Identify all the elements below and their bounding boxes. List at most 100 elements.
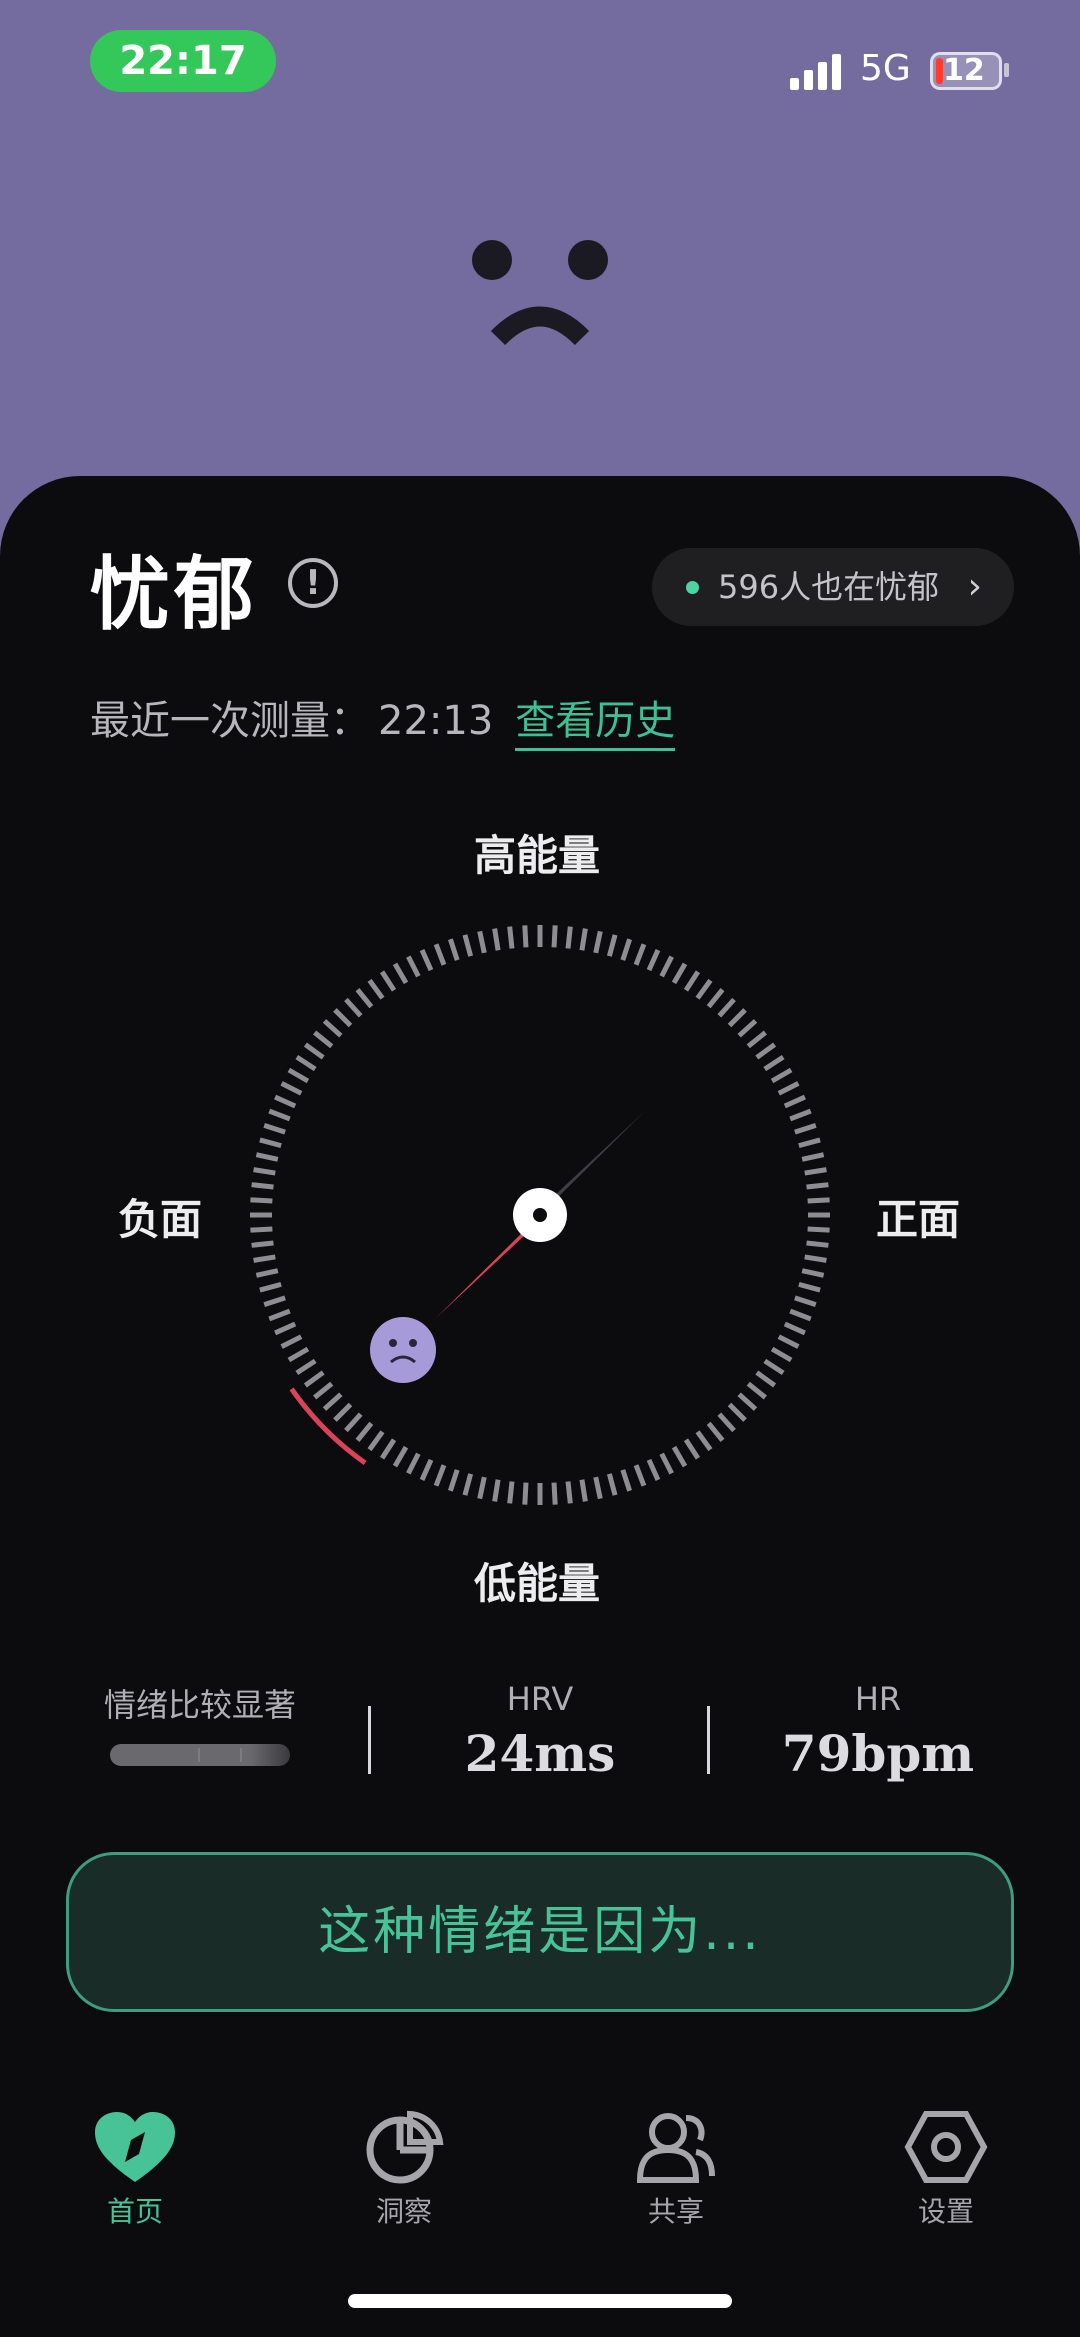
compass-tick	[462, 934, 474, 957]
compass-tick	[280, 1081, 303, 1096]
tab-share-label: 共享	[647, 2195, 704, 2228]
stat-hrv: HRV 24ms	[430, 1680, 650, 1783]
info-icon[interactable]: !	[288, 558, 338, 608]
compass-tick	[683, 1438, 701, 1460]
stats-row: 情绪比较显著 HRV 24ms HR 79bpm	[0, 1680, 1080, 1810]
compass-tick	[789, 1108, 812, 1122]
needle-hub-dot	[533, 1208, 547, 1222]
last-measure-time: 22:13	[378, 698, 494, 744]
tab-share[interactable]: 共享	[596, 2110, 756, 2230]
compass-tick	[263, 1295, 286, 1307]
compass-tick	[777, 1334, 800, 1349]
compass-tick	[280, 1334, 303, 1349]
compass-tick	[695, 1430, 713, 1452]
compass-tick	[259, 1281, 282, 1293]
compass-tick	[798, 1137, 821, 1149]
compass-tick	[551, 925, 558, 948]
tab-insights[interactable]: 洞察	[324, 2110, 484, 2230]
compass-tick	[717, 997, 736, 1018]
compass-tick	[268, 1108, 291, 1122]
heart-compass-icon	[95, 2112, 175, 2182]
compass-tick	[659, 955, 674, 978]
compass-tick	[671, 1445, 688, 1468]
tab-settings-label: 设置	[917, 2195, 974, 2228]
tab-home-label: 首页	[106, 2195, 163, 2228]
compass-tick	[646, 1458, 661, 1481]
compass-tick	[406, 955, 421, 978]
compass-tick	[801, 1152, 825, 1162]
online-dot-icon	[686, 581, 699, 594]
mood-compass[interactable]	[240, 915, 840, 1515]
label-positive: 正面	[876, 1195, 961, 1244]
compass-tick	[606, 934, 618, 957]
compass-tick	[763, 1054, 785, 1072]
compass-tick	[255, 1152, 279, 1162]
compass-tick	[448, 938, 460, 961]
compass-tick	[344, 1412, 363, 1433]
compass-tick	[355, 988, 374, 1009]
compass-tick	[804, 1167, 827, 1176]
stat-hr-label: HR	[854, 1680, 902, 1718]
compass-tick	[646, 949, 661, 972]
compass-tick	[783, 1321, 806, 1336]
compass-tick	[593, 930, 603, 954]
compass-tick	[322, 1019, 343, 1038]
compass-tick	[522, 925, 529, 948]
compass-tick	[259, 1137, 282, 1149]
compass-tick	[274, 1094, 297, 1109]
label-low-energy: 低能量	[474, 1559, 601, 1608]
compass-tick	[379, 1438, 397, 1460]
compass-tick	[322, 1392, 343, 1411]
compass-tick	[287, 1346, 310, 1363]
stat-divider	[707, 1706, 710, 1774]
compass-tick	[755, 1370, 777, 1388]
compass-tick	[492, 928, 501, 951]
compass-tick	[565, 1481, 573, 1504]
signal-icon	[790, 54, 844, 90]
compass-tick	[770, 1346, 793, 1363]
stat-hr: HR 79bpm	[768, 1680, 988, 1783]
stat-hrv-label: HRV	[506, 1680, 574, 1718]
status-time[interactable]: 22:17	[90, 30, 276, 92]
tab-home[interactable]: 首页	[55, 2110, 215, 2230]
stat-hrv-value: 24ms	[464, 1724, 616, 1783]
people-count-pill[interactable]: 596人也在忧郁 ›	[652, 548, 1014, 626]
stat-hr-value: 79bpm	[781, 1724, 975, 1783]
emotion-cause-button[interactable]: 这种情绪是因为...	[66, 1852, 1014, 2012]
compass-tick	[794, 1295, 817, 1307]
stat-contrast-label: 情绪比较显著	[103, 1686, 296, 1724]
label-negative: 负面	[118, 1195, 203, 1244]
mood-title: 忧郁	[90, 548, 258, 641]
compass-tick	[250, 1197, 273, 1204]
compass-tick	[551, 1482, 558, 1505]
compass-tick	[448, 1469, 460, 1492]
view-history-link[interactable]: 查看历史	[515, 698, 676, 751]
compass-tick	[507, 1481, 515, 1504]
compass-tick	[253, 1254, 276, 1263]
compass-tick	[593, 1476, 603, 1500]
compass-tick	[807, 1226, 830, 1233]
compass-tick	[367, 978, 385, 1000]
compass-tick	[620, 1469, 632, 1492]
compass-tick	[746, 1381, 767, 1400]
compass-tick	[379, 970, 397, 992]
compass-tick	[367, 1430, 385, 1452]
stat-contrast: 情绪比较显著	[90, 1680, 310, 1766]
compass-tick	[717, 1412, 736, 1433]
home-indicator[interactable]	[348, 2294, 732, 2308]
tab-settings[interactable]: 设置	[866, 2110, 1026, 2230]
compass-tick	[462, 1473, 474, 1496]
compass-tick	[419, 1458, 434, 1481]
compass-tick	[268, 1308, 291, 1322]
contrast-level-bar	[110, 1744, 290, 1766]
compass-tick	[806, 1240, 829, 1248]
compass-tick	[737, 1019, 758, 1038]
compass-tick	[295, 1054, 317, 1072]
last-measure-row: 最近一次测量： 22:13 查看历史	[90, 688, 676, 751]
compass-tick	[727, 1402, 747, 1422]
compass-tick	[706, 988, 725, 1009]
compass-tick	[633, 1464, 647, 1487]
compass-tick	[333, 1402, 353, 1422]
tab-bar: 首页 洞察 共享 设置	[0, 2110, 1080, 2260]
compass-tick	[263, 1123, 286, 1135]
